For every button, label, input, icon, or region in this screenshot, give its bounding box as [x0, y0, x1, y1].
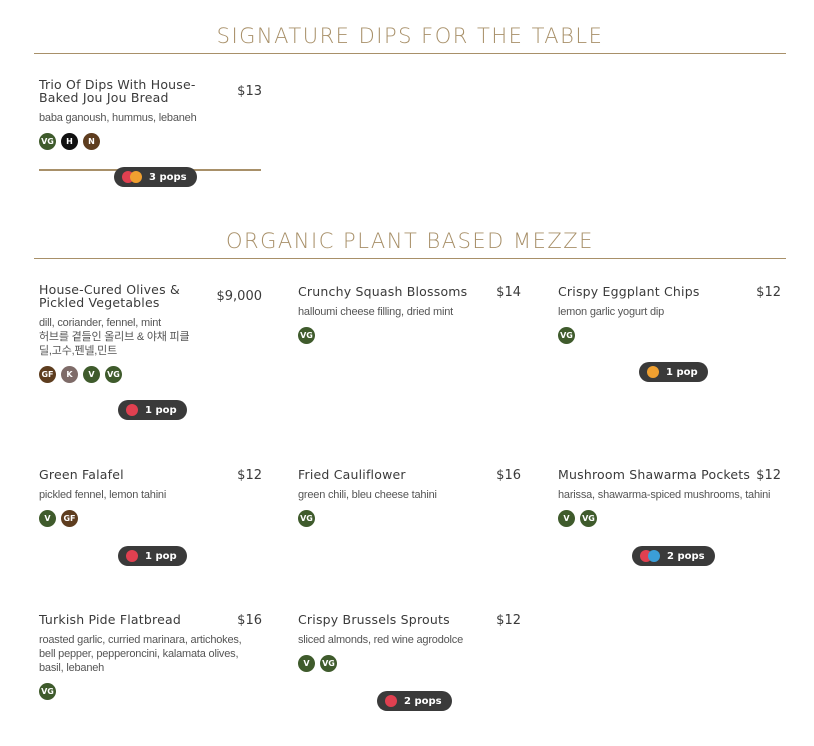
item-name: Turkish Pide Flatbread: [39, 612, 181, 627]
badge-nuts-icon: N: [83, 133, 100, 150]
item-price: $9,000: [216, 289, 263, 304]
pop-reaction-button[interactable]: 3 pops: [114, 167, 197, 187]
badge-vegetarian-icon: V: [558, 510, 575, 527]
badge-vegan-icon: VG: [320, 655, 337, 672]
badge-vegetarian-icon: V: [39, 510, 56, 527]
item-price: $12: [756, 285, 781, 300]
menu-item[interactable]: House-Cured Olives & Pickled Vegetables …: [39, 283, 262, 383]
pop-reaction-button[interactable]: 2 pops: [377, 691, 452, 711]
badge-vegan-icon: VG: [39, 683, 56, 700]
pop-reaction-button[interactable]: 2 pops: [632, 546, 715, 566]
thumbs-up-icon: [647, 366, 659, 378]
menu-item[interactable]: Crispy Eggplant Chips $12 lemon garlic y…: [558, 285, 781, 344]
item-price: $14: [496, 285, 521, 300]
section-title-mezze: ORGANIC PLANT BASED MEZZE: [226, 229, 594, 253]
item-name: House-Cured Olives & Pickled Vegetables: [39, 282, 180, 310]
badge-kosher-icon: K: [61, 366, 78, 383]
menu-item[interactable]: Crispy Brussels Sprouts $12 sliced almon…: [298, 613, 521, 672]
item-price: $12: [496, 613, 521, 628]
menu-item[interactable]: Green Falafel $12 pickled fennel, lemon …: [39, 468, 262, 527]
section-title-dips: SIGNATURE DIPS FOR THE TABLE: [216, 24, 604, 48]
item-description: pickled fennel, lemon tahini: [39, 489, 167, 501]
item-description: roasted garlic, curried marinara, artich…: [39, 634, 242, 674]
pop-count: 2 pops: [404, 695, 442, 707]
item-name: Crispy Eggplant Chips: [558, 284, 700, 299]
pop-reaction-button[interactable]: 1 pop: [639, 362, 708, 382]
item-description: halloumi cheese filling, dried mint: [298, 306, 454, 318]
item-price: $13: [237, 84, 262, 99]
thumbs-up-icon: [130, 171, 142, 183]
pop-count: 1 pop: [145, 404, 177, 416]
pop-count: 2 pops: [667, 550, 705, 562]
badge-vegan-icon: VG: [105, 366, 122, 383]
item-price: $12: [756, 468, 781, 483]
laugh-icon: [648, 550, 660, 562]
pop-count: 1 pop: [145, 550, 177, 562]
item-description: green chili, bleu cheese tahini: [298, 489, 437, 501]
item-description: lemon garlic yogurt dip: [558, 306, 665, 318]
badge-vegan-icon: VG: [298, 510, 315, 527]
pop-count: 1 pop: [666, 366, 698, 378]
item-name: Crispy Brussels Sprouts: [298, 612, 450, 627]
item-price: $12: [237, 468, 262, 483]
section-divider: [34, 258, 786, 259]
badge-vegetarian-icon: V: [83, 366, 100, 383]
menu-item[interactable]: Crunchy Squash Blossoms $14 halloumi che…: [298, 285, 521, 344]
badge-gluten-free-icon: GF: [61, 510, 78, 527]
heart-icon: [126, 550, 138, 562]
menu-item[interactable]: Mushroom Shawarma Pockets $12 harissa, s…: [558, 468, 781, 527]
item-name: Crunchy Squash Blossoms: [298, 284, 468, 299]
menu-item[interactable]: Turkish Pide Flatbread $16 roasted garli…: [39, 613, 262, 700]
badge-vegan-icon: VG: [39, 133, 56, 150]
item-name: Mushroom Shawarma Pockets: [558, 467, 751, 482]
heart-icon: [385, 695, 397, 707]
item-name: Fried Cauliflower: [298, 467, 406, 482]
badge-vegan-icon: VG: [298, 327, 315, 344]
badge-vegan-icon: VG: [580, 510, 597, 527]
badge-gluten-free-icon: GF: [39, 366, 56, 383]
item-description: dill, coriander, fennel, mint 허브를 곁들인 올리…: [39, 317, 190, 357]
item-name: Green Falafel: [39, 467, 124, 482]
section-divider: [34, 53, 786, 54]
menu-item[interactable]: Trio Of Dips With House-Baked Jou Jou Br…: [39, 78, 262, 150]
heart-icon: [126, 404, 138, 416]
badge-vegetarian-icon: V: [298, 655, 315, 672]
badge-halal-icon: H: [61, 133, 78, 150]
item-price: $16: [496, 468, 521, 483]
item-name: Trio Of Dips With House-Baked Jou Jou Br…: [39, 77, 196, 105]
item-price: $16: [237, 613, 262, 628]
item-description: baba ganoush, hummus, lebaneh: [39, 112, 197, 124]
menu-item[interactable]: Fried Cauliflower $16 green chili, bleu …: [298, 468, 521, 527]
pop-count: 3 pops: [149, 171, 187, 183]
badge-vegan-icon: VG: [558, 327, 575, 344]
item-description: sliced almonds, red wine agrodolce: [298, 634, 464, 646]
item-description: harissa, shawarma-spiced mushrooms, tahi…: [558, 489, 771, 501]
pop-reaction-button[interactable]: 1 pop: [118, 400, 187, 420]
pop-reaction-button[interactable]: 1 pop: [118, 546, 187, 566]
